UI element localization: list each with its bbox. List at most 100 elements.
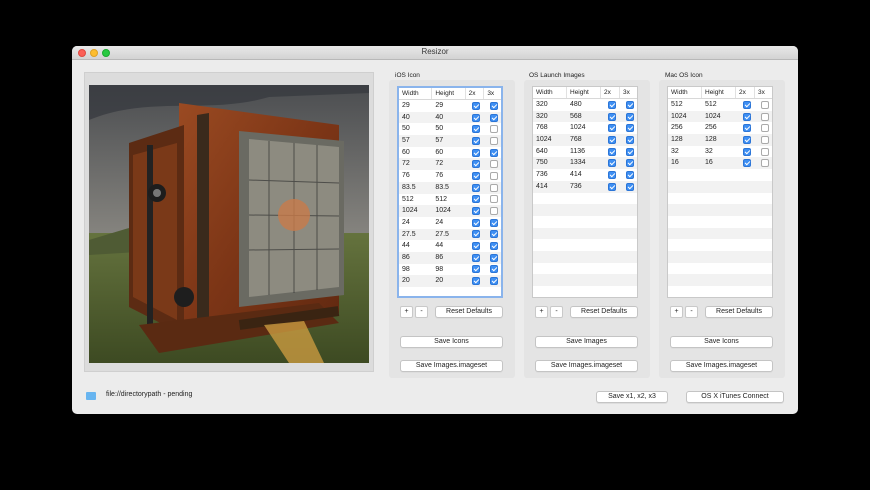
width-cell[interactable]: 750 <box>533 157 567 169</box>
width-cell[interactable]: 1024 <box>668 111 702 123</box>
width-cell[interactable]: 320 <box>533 99 567 111</box>
table-row[interactable]: 16 16 <box>668 157 772 170</box>
x2-checkbox[interactable] <box>743 159 751 168</box>
launch-column-header[interactable]: 3x <box>620 87 637 98</box>
table-row[interactable]: 44 44 <box>399 240 501 252</box>
table-row[interactable]: 320 568 <box>533 110 637 123</box>
height-cell[interactable]: 736 <box>567 181 601 193</box>
ios-size-table[interactable]: Width Height 2x 3x 29 29 40 40 50 50 57 57 60 60 72 72 7… <box>397 86 503 298</box>
table-row[interactable]: 50 50 <box>399 123 501 135</box>
x2-checkbox[interactable] <box>472 230 481 239</box>
height-cell[interactable]: 44 <box>432 240 465 252</box>
table-row[interactable]: 128 128 <box>668 134 772 146</box>
height-cell[interactable]: 32 <box>702 146 736 158</box>
x2-checkbox[interactable] <box>743 100 751 109</box>
width-cell[interactable]: 83.5 <box>399 182 432 194</box>
x2-checkbox[interactable] <box>608 112 616 121</box>
height-cell[interactable]: 256 <box>702 122 736 134</box>
x3-checkbox[interactable] <box>626 135 634 144</box>
ios-reset-defaults-button[interactable]: Reset Defaults <box>435 306 503 318</box>
x2-checkbox[interactable] <box>608 100 616 109</box>
height-cell[interactable]: 86 <box>432 252 465 264</box>
x3-checkbox[interactable] <box>490 230 499 239</box>
x2-checkbox[interactable] <box>472 125 481 134</box>
width-cell[interactable]: 76 <box>399 170 432 182</box>
width-cell[interactable]: 256 <box>668 122 702 134</box>
height-cell[interactable]: 1334 <box>567 157 601 169</box>
ios-save-icons-button[interactable]: Save Icons <box>400 336 503 348</box>
height-cell[interactable]: 1024 <box>567 122 601 134</box>
width-cell[interactable]: 640 <box>533 146 567 158</box>
height-cell[interactable]: 1024 <box>432 205 465 217</box>
x2-checkbox[interactable] <box>472 101 481 110</box>
x3-checkbox[interactable] <box>626 159 634 168</box>
mac-remove-button[interactable]: - <box>685 306 698 318</box>
x3-checkbox[interactable] <box>490 183 499 192</box>
table-row[interactable]: 1024 768 <box>533 134 637 146</box>
width-cell[interactable]: 44 <box>399 240 432 252</box>
table-row[interactable]: 512 512 <box>399 194 501 206</box>
launch-reset-defaults-button[interactable]: Reset Defaults <box>570 306 638 318</box>
table-row[interactable]: 40 40 <box>399 111 501 124</box>
width-cell[interactable]: 512 <box>668 99 702 111</box>
height-cell[interactable]: 57 <box>432 135 465 147</box>
height-cell[interactable]: 512 <box>432 194 465 206</box>
x2-checkbox[interactable] <box>608 135 616 144</box>
table-row[interactable]: 320 480 <box>533 99 637 111</box>
x2-checkbox[interactable] <box>608 159 616 168</box>
launch-column-header[interactable]: 2x <box>601 87 620 98</box>
width-cell[interactable]: 512 <box>399 194 432 206</box>
height-cell[interactable]: 568 <box>567 111 601 123</box>
table-row[interactable]: 20 20 <box>399 275 501 287</box>
x3-checkbox[interactable] <box>490 125 499 134</box>
x2-checkbox[interactable] <box>472 136 481 145</box>
width-cell[interactable]: 57 <box>399 135 432 147</box>
x3-checkbox[interactable] <box>490 160 499 169</box>
width-cell[interactable]: 128 <box>668 134 702 146</box>
x3-checkbox[interactable] <box>626 182 634 191</box>
width-cell[interactable]: 32 <box>668 146 702 158</box>
ios-remove-button[interactable]: - <box>415 306 428 318</box>
width-cell[interactable]: 72 <box>399 158 432 170</box>
mac-column-header[interactable]: Height <box>702 87 736 98</box>
x3-checkbox[interactable] <box>490 207 499 216</box>
height-cell[interactable]: 24 <box>432 217 465 229</box>
table-row[interactable]: 1024 1024 <box>399 205 501 217</box>
launch-add-button[interactable]: + <box>535 306 548 318</box>
table-row[interactable]: 72 72 <box>399 158 501 171</box>
x3-checkbox[interactable] <box>626 147 634 156</box>
height-cell[interactable]: 1136 <box>567 146 601 158</box>
width-cell[interactable]: 40 <box>399 112 432 124</box>
x3-checkbox[interactable] <box>490 136 499 145</box>
itunes-connect-button[interactable]: OS X iTunes Connect <box>686 391 784 403</box>
mac-save-icons-button[interactable]: Save Icons <box>670 336 773 348</box>
x3-checkbox[interactable] <box>761 135 769 144</box>
x2-checkbox[interactable] <box>608 147 616 156</box>
x3-checkbox[interactable] <box>490 253 499 262</box>
mac-add-button[interactable]: + <box>670 306 683 318</box>
ios-column-header[interactable]: 3x <box>484 88 501 99</box>
table-row[interactable]: 76 76 <box>399 170 501 182</box>
x2-checkbox[interactable] <box>472 160 481 169</box>
width-cell[interactable]: 86 <box>399 252 432 264</box>
x2-checkbox[interactable] <box>472 183 481 192</box>
x2-checkbox[interactable] <box>472 242 481 251</box>
x2-checkbox[interactable] <box>472 195 481 204</box>
launch-remove-button[interactable]: - <box>550 306 563 318</box>
width-cell[interactable]: 768 <box>533 122 567 134</box>
ios-column-header[interactable]: Width <box>399 88 433 99</box>
width-cell[interactable]: 24 <box>399 217 432 229</box>
x3-checkbox[interactable] <box>490 265 499 274</box>
x3-checkbox[interactable] <box>626 124 634 133</box>
ios-column-header[interactable]: 2x <box>466 88 485 99</box>
height-cell[interactable]: 60 <box>432 147 465 159</box>
table-row[interactable]: 86 86 <box>399 251 501 264</box>
mac-column-header[interactable]: 3x <box>755 87 772 98</box>
x3-checkbox[interactable] <box>490 101 499 110</box>
height-cell[interactable]: 29 <box>432 100 465 112</box>
width-cell[interactable]: 60 <box>399 147 432 159</box>
table-row[interactable]: 27.5 27.5 <box>399 228 501 241</box>
width-cell[interactable]: 414 <box>533 181 567 193</box>
mac-reset-defaults-button[interactable]: Reset Defaults <box>705 306 773 318</box>
x2-checkbox[interactable] <box>608 182 616 191</box>
